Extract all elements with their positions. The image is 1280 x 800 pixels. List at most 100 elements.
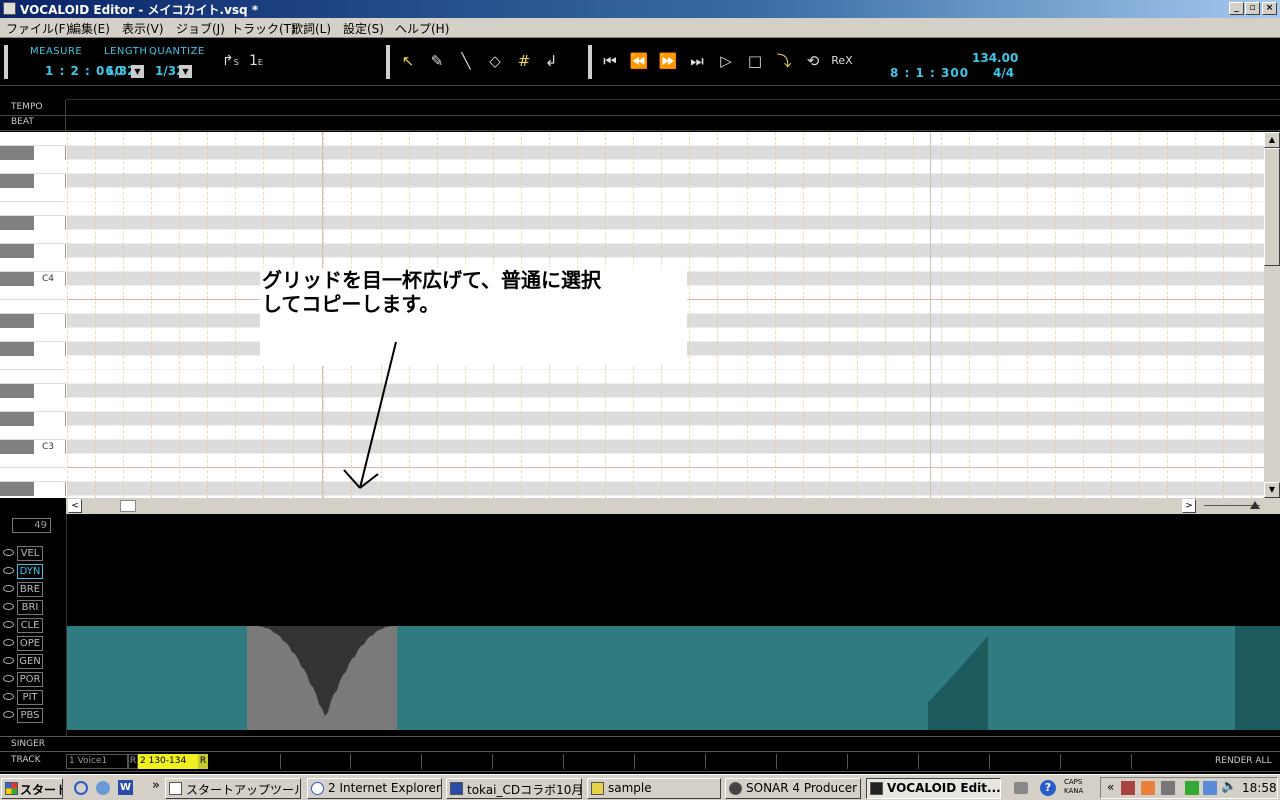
scroll-right-icon[interactable]: > — [1182, 499, 1196, 513]
white-key[interactable] — [0, 188, 66, 202]
clock[interactable]: 18:58 — [1242, 781, 1277, 795]
visibility-eye-icon[interactable] — [3, 657, 14, 664]
curve-tool-icon[interactable]: ↲ — [540, 50, 562, 72]
param-bre[interactable]: BRE — [17, 582, 43, 597]
visibility-eye-icon[interactable] — [3, 549, 14, 556]
visibility-eye-icon[interactable] — [3, 639, 14, 646]
param-bri[interactable]: BRI — [17, 600, 43, 615]
piano-keyboard[interactable] — [0, 132, 66, 498]
menu-job[interactable]: ジョブ(J) — [176, 20, 225, 37]
grid-row[interactable] — [67, 146, 1264, 160]
empty-track-slot[interactable] — [1060, 754, 1061, 769]
empty-track-slot[interactable] — [1131, 754, 1132, 769]
empty-track-slot[interactable] — [350, 754, 351, 769]
globe-quicklaunch-icon[interactable] — [96, 781, 110, 795]
white-key[interactable] — [0, 496, 66, 498]
visibility-eye-icon[interactable] — [3, 693, 14, 700]
grid-row[interactable] — [67, 440, 1264, 454]
white-key[interactable] — [0, 132, 66, 146]
black-key[interactable] — [0, 412, 34, 426]
menu-settings[interactable]: 設定(S) — [343, 20, 384, 37]
play-icon[interactable]: ▷ — [715, 50, 737, 72]
grid-row[interactable] — [67, 412, 1264, 426]
white-key[interactable] — [0, 160, 66, 174]
scroll-left-icon[interactable]: < — [68, 499, 82, 513]
help-icon[interactable]: ? — [1040, 780, 1056, 796]
grid-row[interactable] — [67, 370, 1264, 384]
black-key[interactable] — [0, 342, 34, 356]
visibility-eye-icon[interactable] — [3, 711, 14, 718]
quicklaunch-chevron[interactable]: » — [152, 778, 160, 793]
empty-track-slot[interactable] — [989, 754, 990, 769]
grid-row[interactable] — [67, 230, 1264, 244]
black-key[interactable] — [0, 272, 34, 286]
ime-indicator[interactable]: CAPS KANA — [1064, 778, 1083, 796]
menu-help[interactable]: ヘルプ(H) — [395, 20, 449, 37]
line-tool-icon[interactable]: ╲ — [455, 50, 477, 72]
menu-lyrics[interactable]: 歌詞(L) — [291, 20, 331, 37]
param-gen[interactable]: GEN — [17, 654, 43, 669]
render-all-button[interactable]: RENDER ALL — [1215, 756, 1272, 766]
black-key[interactable] — [0, 482, 34, 496]
visibility-eye-icon[interactable] — [3, 603, 14, 610]
word-quicklaunch-icon[interactable]: W — [118, 780, 133, 795]
param-vel[interactable]: VEL — [17, 546, 43, 561]
empty-track-slot[interactable] — [847, 754, 848, 769]
taskbar-item-word-doc[interactable]: tokai_CDコラボ10月... — [446, 778, 582, 799]
menu-edit[interactable]: 編集(E) — [69, 20, 110, 37]
zoom-slider-handle[interactable] — [1250, 501, 1260, 509]
rewind-icon[interactable]: ⏪ — [628, 50, 650, 72]
grid-row[interactable] — [67, 244, 1264, 258]
black-key[interactable] — [0, 146, 34, 160]
black-key[interactable] — [0, 440, 34, 454]
white-key[interactable] — [0, 230, 66, 244]
tray-app-icon-3[interactable] — [1161, 781, 1175, 795]
visibility-eye-icon[interactable] — [3, 621, 14, 628]
vertical-scrollbar[interactable]: ▲ ▼ — [1264, 132, 1280, 498]
taskbar-item-sonar[interactable]: SONAR 4 Producer ... — [725, 778, 861, 799]
go-end-icon[interactable]: ⏭ — [686, 50, 708, 72]
grid-row[interactable] — [67, 202, 1264, 216]
tray-app-icon-2[interactable] — [1141, 781, 1155, 795]
white-key[interactable] — [0, 398, 66, 412]
stop-icon[interactable]: □ — [744, 50, 766, 72]
black-key[interactable] — [0, 174, 34, 188]
white-key[interactable] — [0, 286, 66, 300]
track-tab-2[interactable]: 2 130-134 — [138, 754, 198, 769]
white-key[interactable] — [0, 454, 66, 468]
dynamics-curve[interactable] — [67, 514, 1280, 736]
loop-icon[interactable]: ⟲ — [802, 50, 824, 72]
white-key[interactable] — [0, 356, 66, 370]
network-icon[interactable] — [1203, 781, 1217, 795]
quantize-dropdown-icon[interactable]: ▼ — [179, 65, 192, 78]
maximize-button[interactable]: ▫ — [1245, 2, 1260, 15]
track-2-render-flag[interactable]: R — [198, 754, 208, 769]
ie-quicklaunch-icon[interactable] — [74, 781, 88, 795]
param-cle[interactable]: CLE — [17, 618, 43, 633]
visibility-eye-icon[interactable] — [3, 675, 14, 682]
black-key[interactable] — [0, 384, 34, 398]
menu-view[interactable]: 表示(V) — [122, 20, 164, 37]
end-marker-icon[interactable]: 1E — [249, 53, 263, 69]
grid-row[interactable] — [67, 426, 1264, 440]
grid-row[interactable] — [67, 216, 1264, 230]
auto-scroll-icon[interactable]: ⤵ — [773, 50, 795, 72]
black-key[interactable] — [0, 216, 34, 230]
singer-row[interactable]: SINGER — [0, 736, 1280, 752]
grid-row[interactable] — [67, 454, 1264, 468]
empty-track-slot[interactable] — [705, 754, 706, 769]
taskbar-item-internet-explorer[interactable]: 2 Internet Explorer — [307, 778, 442, 799]
tray-expand-icon[interactable]: « — [1107, 780, 1114, 794]
horizontal-scroll-thumb[interactable] — [120, 500, 136, 512]
white-key[interactable] — [0, 426, 66, 440]
empty-track-slot[interactable] — [492, 754, 493, 769]
param-pbs[interactable]: PBS — [17, 708, 43, 723]
tray-app-icon-4[interactable] — [1185, 781, 1199, 795]
control-curve-area[interactable] — [66, 514, 1280, 736]
grid-row[interactable] — [67, 174, 1264, 188]
empty-track-slot[interactable] — [634, 754, 635, 769]
arrow-tool-icon[interactable]: ↖ — [397, 50, 419, 72]
beat-row[interactable]: BEAT — [0, 115, 1280, 131]
toolbar-grip[interactable] — [4, 45, 8, 79]
black-key[interactable] — [0, 244, 34, 258]
